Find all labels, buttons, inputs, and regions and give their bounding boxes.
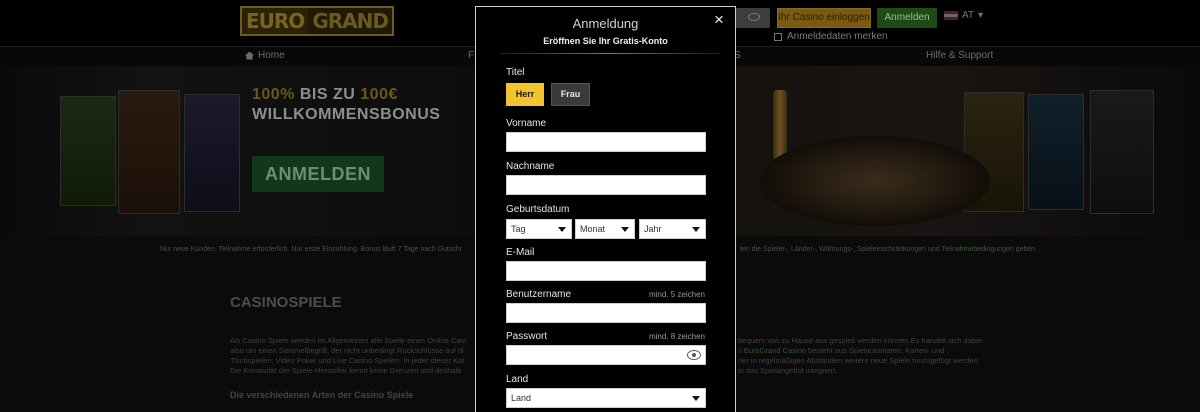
- modal-title: Anmeldung: [572, 16, 639, 31]
- day-select-value: Tag: [511, 224, 526, 234]
- terms-link[interactable]: Teilnahmebedingungen: [941, 246, 1013, 253]
- modal-divider: [500, 53, 720, 54]
- disclaimer-text: ten die Spieler-, Länder-, Währungs-, Sp…: [740, 246, 942, 253]
- disclaimer-text-end: gelten.: [1013, 246, 1037, 253]
- slot-card-image: [60, 96, 116, 206]
- text-line: bequem von zu Hause aus gespielt werden …: [738, 336, 982, 345]
- land-label: Land: [506, 374, 529, 385]
- nachname-label: Nachname: [506, 161, 555, 172]
- passwort-field[interactable]: [506, 345, 706, 366]
- eye-icon[interactable]: [687, 350, 701, 360]
- logo[interactable]: EURO GRAND: [240, 6, 394, 36]
- passwort-hint: mind. 8 zeichen: [648, 332, 705, 341]
- section-heading: CASINOSPIELE: [230, 294, 342, 311]
- vorname-label: Vorname: [506, 118, 547, 129]
- signup-modal: Anmeldung Eröffnen Sie Ihr Gratis-Konto …: [475, 6, 736, 412]
- email-field[interactable]: [506, 261, 706, 282]
- nachname-field[interactable]: [506, 175, 706, 196]
- modal-subtitle: Eröffnen Sie Ihr Gratis-Konto: [543, 36, 668, 46]
- section-text-right: bequem von zu Hause aus gespielt werden …: [738, 336, 982, 376]
- passwort-input[interactable]: [507, 347, 705, 366]
- nav-item-f[interactable]: F: [468, 50, 474, 61]
- year-select[interactable]: Jahr: [639, 219, 706, 239]
- bonus-headline: 100% BIS ZU 100€: [252, 86, 398, 104]
- vorname-input[interactable]: [507, 134, 705, 153]
- logo-part1: EURO: [242, 8, 309, 34]
- benutzername-label: Benutzername: [506, 289, 572, 300]
- header-password-field[interactable]: [736, 8, 770, 28]
- bonus-subline: WILLKOMMENSBONUS: [252, 106, 441, 123]
- eye-icon[interactable]: [748, 13, 760, 21]
- nachname-input[interactable]: [507, 177, 705, 196]
- chevron-down-icon: [692, 227, 700, 232]
- chevron-down-icon: ▾: [978, 10, 984, 21]
- checkbox-icon[interactable]: [774, 32, 782, 41]
- day-select[interactable]: Tag: [506, 219, 572, 239]
- country-select-value: Land: [511, 393, 532, 403]
- title-herr-button[interactable]: Herr: [506, 83, 544, 106]
- country-select[interactable]: Land: [506, 388, 706, 408]
- logo-part2: GRAND: [308, 8, 392, 34]
- language-selector[interactable]: AT ▾: [944, 10, 983, 21]
- remember-label: Anmeldedaten merken: [787, 31, 888, 42]
- benutzername-input[interactable]: [507, 305, 705, 324]
- slot-card-image: [1090, 90, 1154, 214]
- text-line: in das Spielangebot integriert.: [738, 366, 838, 375]
- bonus-amount: 100€: [360, 86, 398, 103]
- nav-help[interactable]: Hilfe & Support: [926, 50, 993, 61]
- language-code: AT: [962, 10, 975, 21]
- disclaimer-right: ten die Spieler-, Länder-, Währungs-, Sp…: [740, 246, 1037, 253]
- roulette-wheel-image: [760, 136, 990, 226]
- text-line: ner in regelmäßigen Abständen weitere ne…: [738, 356, 980, 365]
- nav-home[interactable]: Home: [245, 50, 285, 61]
- email-input[interactable]: [507, 263, 705, 282]
- nav-home-label: Home: [258, 50, 285, 61]
- bonus-percent: 100%: [252, 86, 295, 103]
- disclaimer-left: Nur neue Kunden. Teilnahme erforderlich.…: [160, 246, 463, 253]
- text-line: Tischspielen, Video Poker und Live Casin…: [230, 356, 465, 365]
- slot-card-image: [184, 94, 240, 212]
- passwort-label: Passwort: [506, 331, 548, 342]
- text-line: s EuroGrand Casino besteht aus Spielauto…: [738, 346, 982, 356]
- month-select[interactable]: Monat: [575, 219, 635, 239]
- text-line: Die Kreativität der Spiele-Hersteller ke…: [230, 366, 462, 375]
- slot-card-image: [118, 90, 180, 214]
- text-line: also um einen Sammelbegriff, der nicht u…: [230, 346, 464, 355]
- chevron-down-icon: [558, 227, 566, 232]
- hero-signup-button[interactable]: ANMELDEN: [252, 156, 384, 192]
- section-text-left: Als Casino Spiele werden im Allgemeinen …: [230, 336, 466, 376]
- geburtsdatum-label: Geburtsdatum: [506, 204, 570, 215]
- year-select-value: Jahr: [644, 224, 662, 234]
- roulette-spindle-image: [773, 90, 787, 160]
- close-icon[interactable]: ×: [714, 10, 724, 30]
- text-line: Als Casino Spiele werden im Allgemeinen …: [230, 336, 466, 345]
- casino-link[interactable]: EuroGrand Casino: [744, 346, 806, 355]
- header-casino-login-button[interactable]: Ihr Casino einloggen: [777, 8, 871, 28]
- section-subheading: Die verschiedenen Arten der Casino Spiel…: [230, 390, 414, 400]
- home-icon: [245, 51, 254, 60]
- vorname-field[interactable]: [506, 132, 706, 153]
- text-frag: besteht aus Spielautomaten, Karten- und: [805, 346, 945, 355]
- month-select-value: Monat: [580, 224, 606, 234]
- austria-flag-icon: [944, 11, 958, 20]
- benutzername-hint: mind. 5 zeichen: [648, 290, 705, 299]
- bonus-mid: BIS ZU: [299, 86, 356, 103]
- email-label: E-Mail: [506, 247, 535, 258]
- chevron-down-icon: [621, 227, 629, 232]
- benutzername-field[interactable]: [506, 303, 706, 324]
- chevron-down-icon: [692, 396, 700, 401]
- remember-checkbox[interactable]: Anmeldedaten merken: [774, 31, 888, 42]
- title-frau-button[interactable]: Frau: [551, 83, 590, 106]
- slot-card-image: [1028, 94, 1084, 210]
- header-login-button[interactable]: Anmelden: [877, 8, 937, 28]
- titel-label: Titel: [506, 67, 525, 78]
